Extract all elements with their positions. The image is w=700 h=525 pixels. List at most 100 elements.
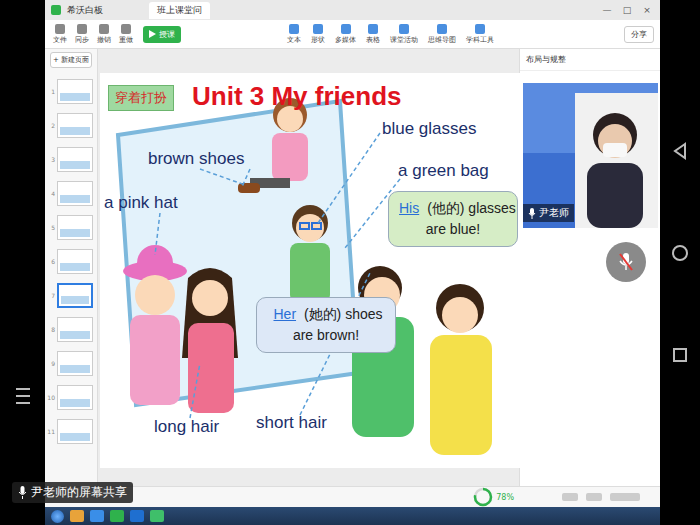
zoom-value: 78%	[496, 493, 514, 502]
page-item[interactable]: 7	[45, 278, 97, 312]
nav-strip	[660, 0, 700, 525]
recents-icon[interactable]	[672, 347, 688, 363]
page-number: 8	[47, 326, 55, 333]
tool-icon	[313, 24, 323, 34]
start-button[interactable]: 授课	[143, 26, 181, 43]
taskbar-app-icon[interactable]	[110, 510, 124, 522]
page-item[interactable]: 9	[45, 346, 97, 380]
tool-label: 同步	[75, 35, 89, 45]
tool-icon	[475, 24, 485, 34]
thumbnail-bar	[60, 365, 90, 373]
thumbnail-bar	[60, 263, 90, 271]
toolbar-button[interactable]: 多媒体	[333, 24, 358, 45]
status-control[interactable]	[562, 493, 578, 501]
tool-label: 形状	[311, 35, 325, 45]
page-item[interactable]: 2	[45, 108, 97, 142]
toolbar-button[interactable]: 学科工具	[464, 24, 496, 45]
tool-icon	[289, 24, 299, 34]
bubble-line: His (他的) glasses	[395, 198, 511, 219]
start-orb-icon[interactable]	[51, 510, 64, 523]
tool-label: 表格	[366, 35, 380, 45]
hint-text: (他的) glasses	[427, 200, 516, 216]
bubble-line: are blue!	[395, 219, 511, 240]
toolbar: 文件 同步 撤销 重做 授课 文本 形状 多媒体 表格 课堂活动 思维导图 学科…	[45, 20, 660, 49]
thumbnail-bar	[60, 127, 90, 135]
back-icon[interactable]	[672, 142, 688, 160]
panel-title: 布局与规整	[526, 55, 566, 64]
zoom-indicator[interactable]: 78%	[473, 487, 514, 507]
thumbnail-bar	[60, 161, 90, 169]
status-control[interactable]	[610, 493, 640, 501]
title-bar: 希沃白板 班上课堂问 —□×	[45, 0, 660, 20]
taskbar-app-icon[interactable]	[150, 510, 164, 522]
window-control[interactable]: □	[620, 5, 634, 15]
page-number: 9	[47, 360, 55, 367]
page-thumbnail	[57, 283, 93, 308]
mic-button[interactable]	[606, 242, 646, 282]
page-thumbnail	[57, 419, 93, 444]
page-number: 4	[47, 190, 55, 197]
status-control[interactable]	[586, 493, 602, 501]
document-tab[interactable]: 班上课堂问	[149, 2, 210, 19]
taskbar-app-icon[interactable]	[90, 510, 104, 522]
toolbar-button[interactable]: 课堂活动	[388, 24, 420, 45]
page-thumbnail	[57, 147, 93, 172]
tool-icon	[399, 24, 409, 34]
taskbar-app-icon[interactable]	[130, 510, 144, 522]
video-tile: 尹老师	[523, 83, 658, 228]
bubble-line: Her (她的) shoes	[263, 304, 389, 325]
page-item[interactable]: 4	[45, 176, 97, 210]
page-number: 7	[47, 292, 55, 299]
window-control[interactable]: ×	[640, 5, 654, 15]
zoom-ring-icon	[473, 487, 493, 507]
thumbnail-bar	[60, 433, 90, 441]
page-item[interactable]: 10	[45, 380, 97, 414]
canvas: 穿着打扮 Unit 3 My friends brown shoesblue g…	[98, 49, 519, 486]
thumbnail-bar	[61, 296, 89, 304]
toolbar-button[interactable]: 表格	[364, 24, 382, 45]
toolbar-button[interactable]: 文本	[285, 24, 303, 45]
mic-icon	[618, 252, 634, 272]
window-control[interactable]: —	[600, 5, 614, 15]
toolbar-button[interactable]: 同步	[73, 24, 91, 45]
tool-label: 撤销	[97, 35, 111, 45]
thumbnail-bar	[60, 331, 90, 339]
page-thumbnail	[57, 181, 93, 206]
tool-label: 学科工具	[466, 35, 494, 45]
toolbar-button[interactable]: 重做	[117, 24, 135, 45]
vocab-label: long hair	[154, 417, 219, 437]
panel-header: 布局与规整	[520, 49, 660, 71]
page-number: 6	[47, 258, 55, 265]
side-panel: 布局与规整 尹老师	[519, 49, 660, 486]
page-thumbnail	[57, 249, 93, 274]
page-number: 3	[47, 156, 55, 163]
new-page-button[interactable]: + 新建页面	[50, 52, 92, 68]
play-icon	[149, 30, 156, 38]
page-item[interactable]: 8	[45, 312, 97, 346]
taskbar-app-icon[interactable]	[70, 510, 84, 522]
menu-icon[interactable]	[14, 385, 32, 407]
toolbar-button[interactable]: 撤销	[95, 24, 113, 45]
slide: 穿着打扮 Unit 3 My friends brown shoesblue g…	[100, 73, 520, 468]
answer-blank[interactable]: Her	[269, 306, 300, 322]
page-item[interactable]: 1	[45, 74, 97, 108]
page-item[interactable]: 6	[45, 244, 97, 278]
thumbnail-bar	[60, 229, 90, 237]
speech-bubble: His (他的) glasses are blue!	[388, 191, 518, 247]
page-thumbnail	[57, 79, 93, 104]
page-item[interactable]: 11	[45, 414, 97, 448]
thumbnail-bar	[60, 195, 90, 203]
toolbar-button[interactable]: 文件	[51, 24, 69, 45]
app-logo-icon	[51, 5, 61, 15]
home-icon[interactable]	[671, 244, 689, 262]
toolbar-button[interactable]: 思维导图	[426, 24, 458, 45]
screen-share-label: 尹老师的屏幕共享	[12, 482, 133, 503]
share-button[interactable]: 分享	[624, 26, 654, 43]
vocab-label: short hair	[256, 413, 327, 433]
page-item[interactable]: 5	[45, 210, 97, 244]
tool-icon	[121, 24, 131, 34]
tool-label: 课堂活动	[390, 35, 418, 45]
toolbar-button[interactable]: 形状	[309, 24, 327, 45]
answer-blank[interactable]: His	[395, 200, 423, 216]
page-item[interactable]: 3	[45, 142, 97, 176]
